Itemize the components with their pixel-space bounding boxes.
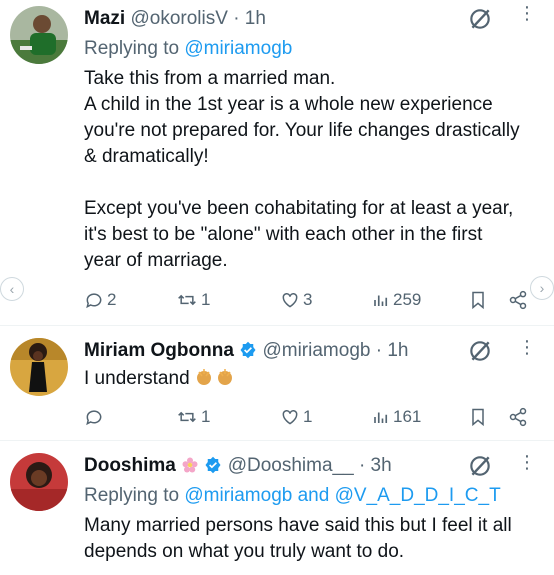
more-icon[interactable]: ⋮: [518, 4, 536, 22]
chevron-left-icon[interactable]: ‹: [0, 277, 24, 301]
mention-link[interactable]: @miriamogb: [184, 38, 292, 59]
retweet-count: 1: [201, 407, 211, 426]
reply-button[interactable]: 2: [84, 287, 116, 313]
mention-link[interactable]: @V_A_D_D_I_C_T: [335, 485, 501, 506]
text-line: Take this from a married man.: [84, 68, 336, 89]
views-button[interactable]: 161: [372, 404, 421, 430]
tweet-text: Take this from a married man. A child in…: [84, 66, 534, 274]
verified-icon: [205, 456, 221, 474]
share-icon: [509, 407, 527, 427]
tweet-header: Dooshima @Dooshima__ · 3h: [84, 455, 392, 477]
avatar[interactable]: [10, 453, 68, 511]
views-count: 161: [393, 407, 422, 426]
like-icon: [282, 292, 298, 308]
text-line: & dramatically!: [84, 146, 209, 167]
text-line: it's best to be "alone" with each other …: [84, 224, 483, 245]
like-count: 1: [303, 407, 313, 426]
views-count: 259: [393, 290, 422, 309]
timestamp[interactable]: · 1h: [233, 8, 266, 29]
retweet-icon: [178, 411, 196, 423]
text-line: Except you've been cohabitating for at l…: [84, 198, 514, 219]
like-icon: [282, 409, 298, 425]
display-name[interactable]: Miriam Ogbonna: [84, 340, 234, 361]
bookmark-button[interactable]: [468, 287, 488, 313]
more-icon[interactable]: ⋮: [518, 453, 536, 471]
tweet-1[interactable]: Mazi @okorolisV · 1h Replying to @miriam…: [0, 0, 554, 325]
flower-emoji-icon: [182, 457, 198, 473]
share-button[interactable]: [508, 404, 528, 430]
avatar[interactable]: [10, 6, 68, 64]
tweet-header: Mazi @okorolisV · 1h: [84, 8, 266, 30]
tweet-text: Many married persons have said this but …: [84, 513, 534, 565]
replying-prefix: Replying to: [84, 38, 180, 59]
share-icon: [509, 290, 527, 310]
grok-icon[interactable]: [467, 338, 493, 364]
tweet-header: Miriam Ogbonna @miriamogb · 1h: [84, 340, 408, 362]
user-handle[interactable]: @Dooshima__: [228, 455, 354, 476]
timestamp[interactable]: · 1h: [376, 340, 409, 361]
text-line: [84, 170, 534, 196]
reply-icon: [86, 293, 102, 309]
display-name[interactable]: Mazi: [84, 8, 125, 29]
like-count: 3: [303, 290, 313, 309]
more-icon[interactable]: ⋮: [518, 338, 536, 356]
chevron-right-icon[interactable]: ›: [530, 276, 554, 300]
views-icon: [374, 295, 388, 306]
tweet-text: I understand: [84, 366, 534, 395]
action-bar: 2 1 3 259: [84, 287, 534, 313]
text-line: A child in the 1st year is a whole new e…: [84, 94, 493, 115]
like-button[interactable]: 1: [280, 404, 312, 430]
replying-prefix: Replying to: [84, 485, 180, 506]
timestamp[interactable]: · 3h: [359, 455, 392, 476]
text-line: year of marriage.: [84, 250, 228, 271]
replying-to: Replying to @miriamogb and @V_A_D_D_I_C_…: [84, 485, 501, 507]
reply-count: 2: [107, 290, 117, 309]
retweet-count: 1: [201, 290, 211, 309]
reply-button[interactable]: [84, 404, 107, 430]
replying-to: Replying to @miriamogb: [84, 38, 292, 60]
text-line: you're not prepared for. Your life chang…: [84, 120, 520, 141]
share-button[interactable]: [508, 287, 528, 313]
like-button[interactable]: 3: [280, 287, 312, 313]
retweet-icon: [178, 294, 196, 306]
clap-emoji-icon: [195, 367, 235, 395]
action-bar: 1 1 161: [84, 404, 534, 430]
verified-icon: [240, 341, 256, 359]
bookmark-button[interactable]: [468, 404, 488, 430]
user-handle[interactable]: @miriamogb: [262, 340, 370, 361]
retweet-button[interactable]: 1: [176, 404, 210, 430]
grok-icon[interactable]: [467, 6, 493, 32]
bookmark-icon: [472, 408, 484, 427]
text-line: Many married persons have said this but …: [84, 515, 512, 536]
replying-join: and: [297, 485, 330, 506]
views-icon: [374, 412, 388, 423]
grok-icon[interactable]: [467, 453, 493, 479]
bookmark-icon: [472, 291, 484, 310]
text-line: depends on what you truly want to do.: [84, 541, 405, 562]
display-name[interactable]: Dooshima: [84, 455, 176, 476]
user-handle[interactable]: @okorolisV: [130, 8, 227, 29]
retweet-button[interactable]: 1: [176, 287, 210, 313]
views-button[interactable]: 259: [372, 287, 421, 313]
mention-link[interactable]: @miriamogb: [184, 485, 292, 506]
avatar[interactable]: [10, 338, 68, 396]
text-line: I understand: [84, 368, 190, 389]
reply-icon: [86, 410, 102, 426]
